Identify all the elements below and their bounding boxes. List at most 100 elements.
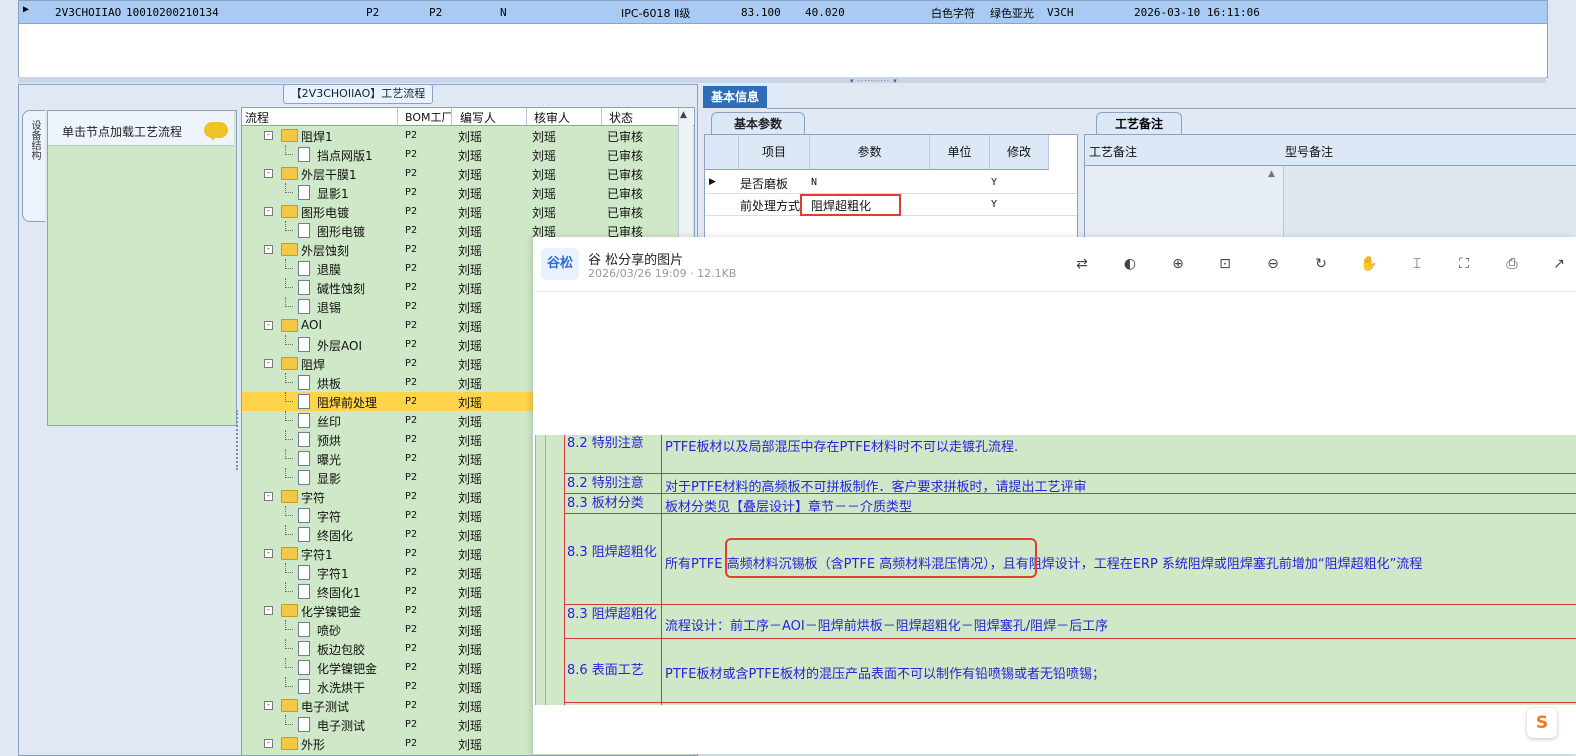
tree-header-reviewer[interactable]: 核审人 [534,109,570,126]
tree-node-label: 外层蚀刻 [301,244,350,258]
zoom-out-icon[interactable]: ⊖ [1264,255,1282,273]
tree-node-label: 水洗烘干 [317,681,366,695]
tree-writer: 刘瑶 [458,548,483,562]
horizontal-splitter[interactable] [18,77,1546,83]
document-icon [298,432,310,447]
tree-writer: 刘瑶 [458,700,483,714]
collapse-icon[interactable]: - [264,131,273,140]
params-modify[interactable]: Y [991,177,997,188]
document-icon [298,337,310,352]
hand-icon[interactable]: ✋ [1360,255,1378,273]
document-icon [298,584,310,599]
contrast-icon[interactable]: ◐ [1121,255,1139,273]
document-icon [298,451,310,466]
order-value-1: 83.100 [741,6,781,19]
tab-process-notes[interactable]: 工艺备注 [1096,112,1182,135]
doc-content: 流程设计：前工序－AOI－阻焊前烘板－阻焊超粗化－阻焊塞孔/阻焊－后工序 [665,619,1109,634]
doc-content: PTFE板材以及局部混压中存在PTFE材料时不可以走镀孔流程. [665,440,1019,455]
collapse-icon[interactable]: - [264,245,273,254]
tab-basic-info[interactable]: 基本信息 [703,86,767,108]
tree-reviewer: 刘瑶 [532,130,557,144]
tree-writer: 刘瑶 [458,282,483,296]
collapse-icon[interactable]: - [264,701,273,710]
scroll-up-icon[interactable]: ▲ [680,110,687,120]
zoom-in-icon[interactable]: ⊕ [1169,255,1187,273]
floating-assistant-button[interactable]: S [1527,708,1557,738]
save-icon[interactable]: ⎙ [1503,255,1521,273]
tree-writer: 刘瑶 [458,206,483,220]
order-code: 2V3CHOIIAO [55,6,122,19]
text-extract-icon[interactable]: ⌶ [1408,255,1426,273]
collapse-icon[interactable]: - [264,549,273,558]
share-icon[interactable]: ↗ [1550,255,1568,273]
tree-group-row[interactable]: - 阻焊1 P2 刘瑶 刘瑶 已审核 [242,126,694,145]
params-header-item[interactable]: 项目 [739,135,810,170]
params-grid: 项目 参数 单位 修改 ▶ 是否磨板 N Y 前处理方式 阻焊超粗化 Y [704,134,1078,238]
collapse-icon[interactable]: - [264,321,273,330]
tree-step-row[interactable]: 挡点网版1 P2 刘瑶 刘瑶 已审核 [242,145,694,164]
tree-writer: 刘瑶 [458,320,483,334]
tree-reviewer: 刘瑶 [532,187,557,201]
document-icon [298,660,310,675]
tree-node-label: 外层AOI [317,339,362,353]
tree-bom: P2 [405,320,418,331]
document-icon [298,717,310,732]
order-row[interactable]: ▶ 2V3CHOIIAO 10010200210134 P2 P2 N IPC-… [19,1,1547,24]
rotate-icon[interactable]: ↻ [1312,255,1330,273]
tree-bom: P2 [405,263,418,274]
order-grade: IPC-6018 Ⅱ级 [621,7,691,20]
params-header-param[interactable]: 参数 [810,135,930,170]
tree-bom: P2 [405,529,418,540]
notes-header-process[interactable]: 工艺备注 [1089,143,1137,160]
folder-icon [281,357,298,370]
params-row[interactable]: ▶ 是否磨板 N Y [705,172,1077,194]
tree-header-bom[interactable]: BOM工厂 [405,109,453,125]
tree-writer: 刘瑶 [458,396,483,410]
viewer-divider [533,291,1576,292]
document-icon [298,394,310,409]
translate-icon[interactable]: ⇄ [1073,255,1091,273]
params-header-unit[interactable]: 单位 [930,135,990,170]
tree-writer: 刘瑶 [458,168,483,182]
tree-header-flow[interactable]: 流程 [245,109,269,126]
collapse-icon[interactable]: - [264,492,273,501]
tree-group-row[interactable]: - 图形电镀 P2 刘瑶 刘瑶 已审核 [242,202,694,221]
collapse-icon[interactable]: - [264,207,273,216]
order-mask-color: 绿色亚光 [990,7,1034,20]
collapse-icon[interactable]: - [264,606,273,615]
params-header-modify[interactable]: 修改 [990,135,1049,170]
tree-node-label: 电子测试 [317,719,366,733]
document-icon [298,622,310,637]
original-size-icon[interactable]: ⊡ [1216,255,1234,273]
tree-header-writer[interactable]: 编写人 [460,109,496,126]
tree-status: 已审核 [607,149,644,163]
screenshot-icon[interactable]: ⛶ [1455,255,1473,273]
doc-content: 对于PTFE材料的高频板不可拼板制作．客户要求拼板时，请提出工艺评审 [665,480,1087,495]
document-icon [298,299,310,314]
order-field-3: N [500,6,507,19]
tree-header-status[interactable]: 状态 [609,109,633,126]
tree-node-label: 终固化 [317,529,354,543]
collapse-icon[interactable]: - [264,169,273,178]
notes-header-model[interactable]: 型号备注 [1285,143,1333,160]
tree-writer: 刘瑶 [458,130,483,144]
tree-writer: 刘瑶 [458,244,483,258]
tree-node-label: 碱性蚀刻 [317,282,366,296]
tree-step-row[interactable]: 显影1 P2 刘瑶 刘瑶 已审核 [242,183,694,202]
tree-group-row[interactable]: - 外层干膜1 P2 刘瑶 刘瑶 已审核 [242,164,694,183]
node-panel[interactable] [47,110,237,426]
scroll-up-icon[interactable]: ▲ [1268,169,1275,179]
notes-grid: 工艺备注 型号备注 ▲ [1084,134,1576,238]
params-modify[interactable]: Y [991,199,997,210]
tab-basic-params[interactable]: 基本参数 [711,112,805,135]
tree-writer: 刘瑶 [458,453,483,467]
chat-bubble-tail [209,135,217,141]
collapse-icon[interactable]: - [264,359,273,368]
process-note-field[interactable] [1085,166,1284,237]
collapse-icon[interactable]: - [264,739,273,748]
params-value[interactable]: N [811,177,817,188]
order-version: V3CH [1047,6,1074,19]
tree-node-label: 喷砂 [317,624,342,638]
tree-bom: P2 [405,396,418,407]
document-icon [298,641,310,656]
